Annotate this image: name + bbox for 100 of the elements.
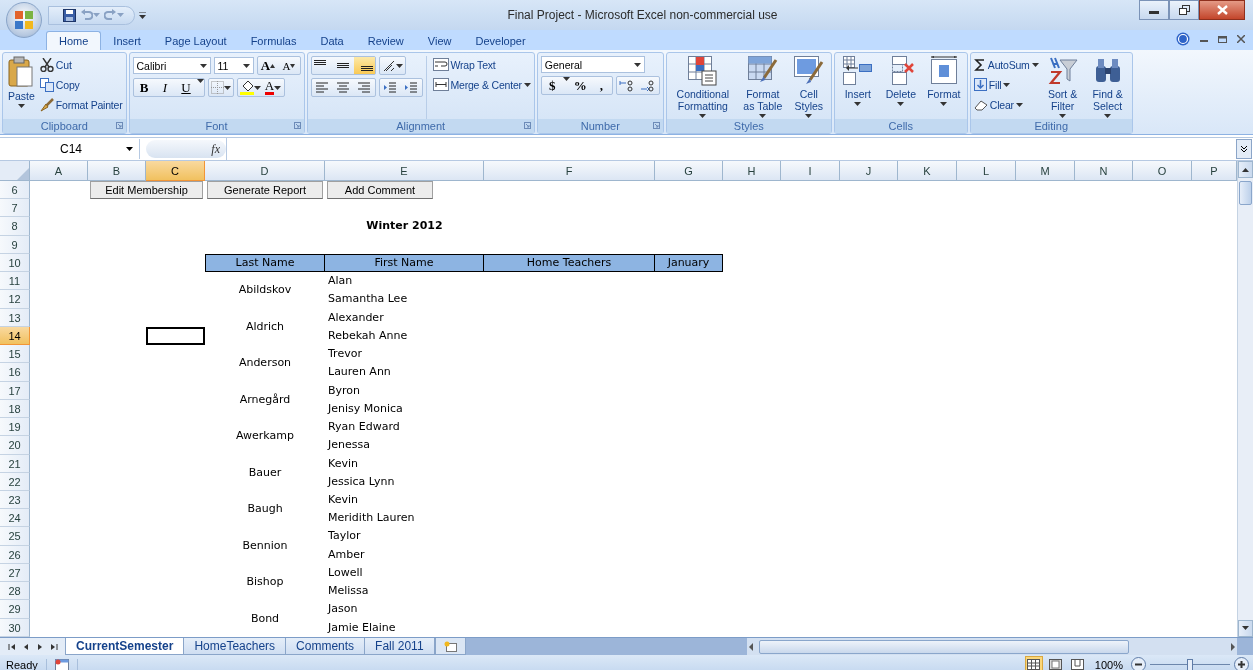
ribbon-command-button[interactable]: Delete xyxy=(880,56,921,119)
next-sheet-button[interactable] xyxy=(36,643,44,650)
ribbon-tab[interactable]: Review xyxy=(355,32,416,50)
borders-button[interactable] xyxy=(207,78,234,97)
scroll-thumb[interactable] xyxy=(1239,181,1252,205)
row-header[interactable]: 28 xyxy=(0,582,30,601)
comma-button[interactable]: , xyxy=(590,77,612,94)
font-color-button[interactable]: A xyxy=(262,79,284,96)
row-header[interactable]: 11 xyxy=(0,272,30,291)
sheet-button[interactable]: Add Comment xyxy=(327,181,433,200)
align-bottom-button[interactable] xyxy=(353,57,375,74)
column-header[interactable]: B xyxy=(88,161,146,181)
ribbon-command-button[interactable]: Cell Styles xyxy=(789,56,828,119)
column-header[interactable]: J xyxy=(840,161,898,181)
restore-button[interactable] xyxy=(1169,0,1199,20)
percent-button[interactable]: % xyxy=(569,77,591,94)
row-header[interactable]: 24 xyxy=(0,509,30,528)
sheet-button[interactable]: Edit Membership xyxy=(90,181,203,200)
paste-button[interactable]: Paste xyxy=(6,56,37,119)
scroll-thumb[interactable] xyxy=(759,639,1129,654)
row-header[interactable]: 6 xyxy=(0,181,30,200)
column-header[interactable]: K xyxy=(898,161,957,181)
left-arrow-icon[interactable] xyxy=(747,642,755,651)
underline-button[interactable]: U xyxy=(175,79,197,96)
office-button[interactable] xyxy=(6,2,42,38)
column-header[interactable]: P xyxy=(1192,161,1237,181)
sheet-tab[interactable]: Comments xyxy=(285,638,366,655)
row-header[interactable]: 19 xyxy=(0,418,30,437)
insert-function-button[interactable]: fx xyxy=(146,140,226,158)
selected-cell[interactable] xyxy=(146,326,205,346)
column-header[interactable]: F xyxy=(484,161,655,181)
merge-center-button[interactable]: Merge & Center xyxy=(432,76,531,93)
format-painter-button[interactable]: Format Painter xyxy=(39,96,123,113)
column-header[interactable]: G xyxy=(655,161,723,181)
shrink-font-button[interactable]: A xyxy=(278,57,300,74)
column-header[interactable]: I xyxy=(781,161,840,181)
close-button[interactable] xyxy=(1199,0,1245,20)
italic-button[interactable]: I xyxy=(154,79,176,96)
previous-sheet-button[interactable] xyxy=(22,643,30,650)
row-header[interactable]: 8 xyxy=(0,217,30,236)
fill-button[interactable]: Fill xyxy=(973,76,1039,93)
last-sheet-button[interactable] xyxy=(50,643,58,650)
slider-thumb[interactable] xyxy=(1187,658,1193,670)
column-header[interactable]: M xyxy=(1016,161,1075,181)
autosum-button[interactable]: AutoSum xyxy=(973,56,1039,73)
page-break-view-button[interactable] xyxy=(1068,656,1087,670)
first-sheet-button[interactable] xyxy=(8,643,16,650)
ribbon-tab[interactable]: Insert xyxy=(101,32,153,50)
ribbon-tab[interactable]: Home xyxy=(46,31,102,50)
font-size-dropdown[interactable]: 11 xyxy=(213,57,254,74)
row-header[interactable]: 20 xyxy=(0,436,30,455)
zoom-in-icon[interactable] xyxy=(1234,657,1249,670)
column-header[interactable]: O xyxy=(1133,161,1192,181)
row-header[interactable]: 7 xyxy=(0,199,30,218)
column-header[interactable]: H xyxy=(723,161,781,181)
row-header[interactable]: 29 xyxy=(0,600,30,619)
column-header[interactable]: C xyxy=(146,161,205,181)
right-arrow-icon[interactable] xyxy=(1229,642,1237,651)
normal-view-button[interactable] xyxy=(1024,656,1043,670)
ribbon-command-button[interactable]: Sort & Filter xyxy=(1041,56,1084,119)
help-icon[interactable] xyxy=(1176,32,1190,46)
cut-button[interactable]: Cut xyxy=(39,56,123,73)
restore-icon[interactable] xyxy=(1218,35,1227,43)
copy-button[interactable]: Copy xyxy=(39,76,123,93)
page-layout-view-button[interactable] xyxy=(1046,656,1065,670)
sheet-tab[interactable]: CurrentSemester xyxy=(65,638,185,655)
minimize-button[interactable] xyxy=(1139,0,1169,20)
font-name-dropdown[interactable]: Calibri xyxy=(132,57,211,74)
insert-sheet-button[interactable] xyxy=(434,638,466,655)
row-header[interactable]: 16 xyxy=(0,363,30,382)
sheet-button[interactable]: Generate Report xyxy=(207,181,323,200)
row-header[interactable]: 12 xyxy=(0,290,30,309)
scroll-down-button[interactable] xyxy=(1238,619,1253,637)
ribbon-tab[interactable]: Page Layout xyxy=(152,32,239,50)
sheet-tab[interactable]: Fall 2011 xyxy=(364,638,435,655)
column-header[interactable]: D xyxy=(205,161,325,181)
zoom-out-icon[interactable] xyxy=(1131,657,1146,670)
column-header[interactable]: E xyxy=(325,161,484,181)
ribbon-command-button[interactable]: Conditional Formatting xyxy=(669,56,736,119)
ribbon-command-button[interactable]: Insert xyxy=(837,56,878,119)
ribbon-tab[interactable]: Developer xyxy=(463,32,538,50)
bold-button[interactable]: B xyxy=(133,79,155,96)
wrap-text-button[interactable]: Wrap Text xyxy=(432,56,531,73)
clear-button[interactable]: Clear xyxy=(973,96,1039,113)
number-format-dropdown[interactable]: General xyxy=(540,56,645,73)
name-box[interactable]: C14 xyxy=(0,139,140,159)
row-header[interactable]: 25 xyxy=(0,527,30,546)
close-icon[interactable] xyxy=(1237,35,1245,43)
ribbon-tab[interactable]: Formulas xyxy=(238,32,309,50)
zoom-slider[interactable] xyxy=(1150,658,1230,670)
expand-formula-bar-button[interactable] xyxy=(1236,139,1252,159)
save-button[interactable] xyxy=(63,8,76,22)
ribbon-tab[interactable]: Data xyxy=(308,32,356,50)
ribbon-command-button[interactable]: Format xyxy=(923,56,964,119)
column-header[interactable]: L xyxy=(957,161,1016,181)
fill-color-button[interactable] xyxy=(237,79,263,96)
scroll-up-button[interactable] xyxy=(1238,161,1253,178)
orientation-button[interactable] xyxy=(378,56,406,75)
ribbon-tab[interactable]: View xyxy=(415,32,464,50)
grow-font-button[interactable]: A xyxy=(257,57,279,74)
